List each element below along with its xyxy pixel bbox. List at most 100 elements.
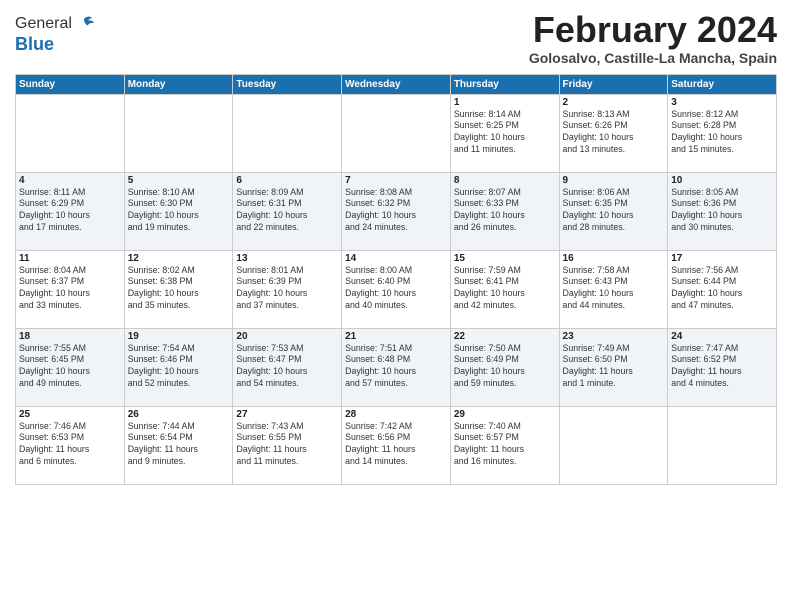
day-number: 3	[671, 97, 773, 108]
day-number: 15	[454, 253, 556, 264]
calendar-cell: 23Sunrise: 7:49 AM Sunset: 6:50 PM Dayli…	[559, 328, 668, 406]
calendar-cell: 22Sunrise: 7:50 AM Sunset: 6:49 PM Dayli…	[450, 328, 559, 406]
day-number: 7	[345, 175, 447, 186]
day-number: 20	[236, 331, 338, 342]
day-number: 9	[563, 175, 665, 186]
day-number: 18	[19, 331, 121, 342]
day-number: 27	[236, 409, 338, 420]
calendar-table: SundayMondayTuesdayWednesdayThursdayFrid…	[15, 74, 777, 485]
day-number: 10	[671, 175, 773, 186]
calendar-cell: 16Sunrise: 7:58 AM Sunset: 6:43 PM Dayli…	[559, 250, 668, 328]
calendar-cell	[233, 94, 342, 172]
day-info: Sunrise: 7:55 AM Sunset: 6:45 PM Dayligh…	[19, 343, 121, 391]
day-number: 14	[345, 253, 447, 264]
calendar-cell: 12Sunrise: 8:02 AM Sunset: 6:38 PM Dayli…	[124, 250, 233, 328]
col-header-wednesday: Wednesday	[342, 74, 451, 94]
day-info: Sunrise: 8:02 AM Sunset: 6:38 PM Dayligh…	[128, 265, 230, 313]
calendar-cell: 3Sunrise: 8:12 AM Sunset: 6:28 PM Daylig…	[668, 94, 777, 172]
calendar-cell: 18Sunrise: 7:55 AM Sunset: 6:45 PM Dayli…	[16, 328, 125, 406]
calendar-cell	[124, 94, 233, 172]
calendar-week-2: 4Sunrise: 8:11 AM Sunset: 6:29 PM Daylig…	[16, 172, 777, 250]
calendar-cell	[16, 94, 125, 172]
day-number: 23	[563, 331, 665, 342]
day-number: 29	[454, 409, 556, 420]
calendar-cell: 2Sunrise: 8:13 AM Sunset: 6:26 PM Daylig…	[559, 94, 668, 172]
day-number: 17	[671, 253, 773, 264]
day-info: Sunrise: 7:44 AM Sunset: 6:54 PM Dayligh…	[128, 421, 230, 469]
calendar-cell: 25Sunrise: 7:46 AM Sunset: 6:53 PM Dayli…	[16, 406, 125, 484]
calendar-week-3: 11Sunrise: 8:04 AM Sunset: 6:37 PM Dayli…	[16, 250, 777, 328]
day-number: 11	[19, 253, 121, 264]
day-info: Sunrise: 7:56 AM Sunset: 6:44 PM Dayligh…	[671, 265, 773, 313]
logo-general-text: General	[15, 15, 72, 33]
location: Golosalvo, Castille-La Mancha, Spain	[529, 50, 777, 66]
day-number: 1	[454, 97, 556, 108]
col-header-tuesday: Tuesday	[233, 74, 342, 94]
day-number: 5	[128, 175, 230, 186]
title-block: February 2024 Golosalvo, Castille-La Man…	[529, 10, 777, 66]
calendar-header-row: SundayMondayTuesdayWednesdayThursdayFrid…	[16, 74, 777, 94]
page: General Blue February 2024 Golosalvo, Ca…	[0, 0, 792, 612]
day-info: Sunrise: 7:42 AM Sunset: 6:56 PM Dayligh…	[345, 421, 447, 469]
day-info: Sunrise: 8:07 AM Sunset: 6:33 PM Dayligh…	[454, 187, 556, 235]
calendar-cell: 26Sunrise: 7:44 AM Sunset: 6:54 PM Dayli…	[124, 406, 233, 484]
calendar-cell: 7Sunrise: 8:08 AM Sunset: 6:32 PM Daylig…	[342, 172, 451, 250]
day-info: Sunrise: 8:11 AM Sunset: 6:29 PM Dayligh…	[19, 187, 121, 235]
day-info: Sunrise: 8:05 AM Sunset: 6:36 PM Dayligh…	[671, 187, 773, 235]
day-info: Sunrise: 8:06 AM Sunset: 6:35 PM Dayligh…	[563, 187, 665, 235]
calendar-cell: 15Sunrise: 7:59 AM Sunset: 6:41 PM Dayli…	[450, 250, 559, 328]
calendar-cell	[559, 406, 668, 484]
calendar-cell: 24Sunrise: 7:47 AM Sunset: 6:52 PM Dayli…	[668, 328, 777, 406]
day-info: Sunrise: 8:10 AM Sunset: 6:30 PM Dayligh…	[128, 187, 230, 235]
calendar-cell: 4Sunrise: 8:11 AM Sunset: 6:29 PM Daylig…	[16, 172, 125, 250]
calendar-cell: 29Sunrise: 7:40 AM Sunset: 6:57 PM Dayli…	[450, 406, 559, 484]
calendar-cell: 28Sunrise: 7:42 AM Sunset: 6:56 PM Dayli…	[342, 406, 451, 484]
calendar-cell: 20Sunrise: 7:53 AM Sunset: 6:47 PM Dayli…	[233, 328, 342, 406]
day-number: 24	[671, 331, 773, 342]
calendar-cell: 6Sunrise: 8:09 AM Sunset: 6:31 PM Daylig…	[233, 172, 342, 250]
header: General Blue February 2024 Golosalvo, Ca…	[15, 10, 777, 66]
day-info: Sunrise: 8:08 AM Sunset: 6:32 PM Dayligh…	[345, 187, 447, 235]
day-info: Sunrise: 7:54 AM Sunset: 6:46 PM Dayligh…	[128, 343, 230, 391]
col-header-sunday: Sunday	[16, 74, 125, 94]
calendar-cell: 9Sunrise: 8:06 AM Sunset: 6:35 PM Daylig…	[559, 172, 668, 250]
day-number: 4	[19, 175, 121, 186]
day-info: Sunrise: 8:04 AM Sunset: 6:37 PM Dayligh…	[19, 265, 121, 313]
calendar-week-5: 25Sunrise: 7:46 AM Sunset: 6:53 PM Dayli…	[16, 406, 777, 484]
col-header-saturday: Saturday	[668, 74, 777, 94]
month-title: February 2024	[529, 10, 777, 50]
day-number: 19	[128, 331, 230, 342]
day-info: Sunrise: 7:43 AM Sunset: 6:55 PM Dayligh…	[236, 421, 338, 469]
calendar-cell: 14Sunrise: 8:00 AM Sunset: 6:40 PM Dayli…	[342, 250, 451, 328]
day-info: Sunrise: 8:14 AM Sunset: 6:25 PM Dayligh…	[454, 109, 556, 157]
day-number: 22	[454, 331, 556, 342]
day-info: Sunrise: 7:59 AM Sunset: 6:41 PM Dayligh…	[454, 265, 556, 313]
day-number: 25	[19, 409, 121, 420]
calendar-cell	[668, 406, 777, 484]
day-info: Sunrise: 8:09 AM Sunset: 6:31 PM Dayligh…	[236, 187, 338, 235]
calendar-cell: 27Sunrise: 7:43 AM Sunset: 6:55 PM Dayli…	[233, 406, 342, 484]
col-header-monday: Monday	[124, 74, 233, 94]
day-number: 21	[345, 331, 447, 342]
calendar-cell: 10Sunrise: 8:05 AM Sunset: 6:36 PM Dayli…	[668, 172, 777, 250]
calendar-cell: 17Sunrise: 7:56 AM Sunset: 6:44 PM Dayli…	[668, 250, 777, 328]
day-info: Sunrise: 7:47 AM Sunset: 6:52 PM Dayligh…	[671, 343, 773, 391]
day-info: Sunrise: 7:49 AM Sunset: 6:50 PM Dayligh…	[563, 343, 665, 391]
day-number: 28	[345, 409, 447, 420]
day-number: 13	[236, 253, 338, 264]
day-info: Sunrise: 8:12 AM Sunset: 6:28 PM Dayligh…	[671, 109, 773, 157]
day-info: Sunrise: 8:13 AM Sunset: 6:26 PM Dayligh…	[563, 109, 665, 157]
day-info: Sunrise: 7:46 AM Sunset: 6:53 PM Dayligh…	[19, 421, 121, 469]
calendar-cell: 1Sunrise: 8:14 AM Sunset: 6:25 PM Daylig…	[450, 94, 559, 172]
day-number: 2	[563, 97, 665, 108]
calendar-cell	[342, 94, 451, 172]
logo-blue-text: Blue	[15, 34, 94, 55]
day-info: Sunrise: 8:01 AM Sunset: 6:39 PM Dayligh…	[236, 265, 338, 313]
col-header-friday: Friday	[559, 74, 668, 94]
day-info: Sunrise: 7:51 AM Sunset: 6:48 PM Dayligh…	[345, 343, 447, 391]
logo-bird-icon	[74, 14, 94, 34]
day-number: 6	[236, 175, 338, 186]
day-info: Sunrise: 7:53 AM Sunset: 6:47 PM Dayligh…	[236, 343, 338, 391]
day-number: 12	[128, 253, 230, 264]
calendar-cell: 19Sunrise: 7:54 AM Sunset: 6:46 PM Dayli…	[124, 328, 233, 406]
